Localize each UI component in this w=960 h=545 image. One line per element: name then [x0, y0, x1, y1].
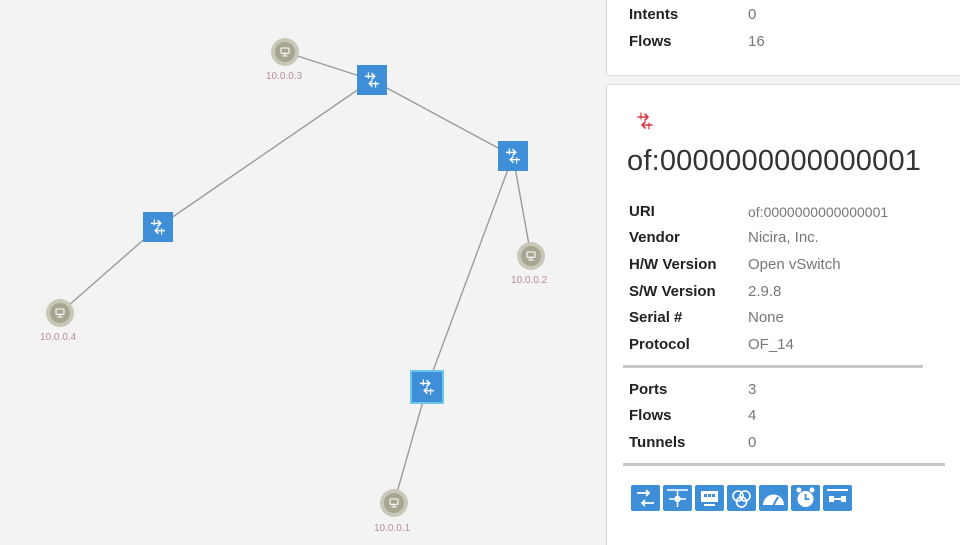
topology-canvas[interactable]: 10.0.0.3 10.0.0.2 10.0.0.4 10.0.0.1 [0, 0, 606, 537]
stat-value: 3 [748, 381, 757, 398]
stat-value: 4 [748, 407, 757, 424]
meter-table-icon [732, 490, 751, 508]
flow-view-icon [637, 489, 654, 507]
link-s4-h1[interactable] [393, 386, 428, 504]
section-divider [623, 463, 945, 466]
prop-label: Serial # [629, 309, 683, 326]
summary-label: Flows [629, 33, 672, 50]
prop-value: 2.9.8 [748, 283, 782, 300]
link-icon [827, 489, 848, 502]
link-button[interactable] [823, 485, 852, 511]
device-details-panel: of:0000000000000001 URI of:0000000000000… [606, 84, 960, 545]
host-node[interactable]: 10.0.0.3 [266, 38, 303, 82]
prop-label: S/W Version [629, 283, 716, 300]
prop-label: Protocol [629, 336, 690, 353]
prop-value: Nicira, Inc. [748, 229, 819, 246]
prop-value: of:0000000000000001 [748, 204, 889, 220]
stat-value: 0 [748, 434, 757, 451]
switch-node[interactable] [143, 212, 173, 242]
switch-node[interactable] [498, 141, 528, 171]
stat-label: Ports [629, 381, 668, 398]
port-table-icon [667, 489, 688, 507]
host-label: 10.0.0.2 [511, 275, 548, 286]
prop-label: URI [629, 203, 655, 220]
pipeconf-button[interactable] [759, 485, 788, 511]
clock-icon [796, 487, 815, 507]
device-title: of:0000000000000001 [627, 145, 922, 177]
switch-node[interactable] [357, 65, 387, 95]
host-node[interactable]: 10.0.0.1 [374, 489, 411, 534]
group-table-icon [701, 491, 718, 506]
host-node[interactable]: 10.0.0.2 [511, 242, 548, 286]
link-s3-s1[interactable] [371, 79, 514, 157]
summary-value: 0 [748, 6, 757, 23]
summary-panel: Intents 0 Flows 16 [606, 0, 960, 76]
link-s3-s2[interactable] [157, 79, 373, 228]
host-label: 10.0.0.3 [266, 71, 303, 82]
link-s1-s4[interactable] [426, 155, 514, 388]
timeline-button[interactable] [791, 485, 820, 511]
switch-icon [637, 112, 653, 130]
flow-view-button[interactable] [631, 485, 660, 511]
summary-label: Intents [629, 6, 679, 23]
prop-label: Vendor [629, 229, 680, 246]
summary-value: 16 [748, 33, 765, 50]
prop-value: Open vSwitch [748, 256, 841, 273]
pipeconf-icon [763, 494, 784, 506]
host-label: 10.0.0.1 [374, 523, 411, 534]
port-table-button[interactable] [663, 485, 692, 511]
meter-table-button[interactable] [727, 485, 756, 511]
group-table-button[interactable] [695, 485, 724, 511]
prop-label: H/W Version [629, 256, 717, 273]
prop-value: OF_14 [748, 336, 794, 353]
host-node[interactable]: 10.0.0.4 [40, 299, 77, 343]
host-label: 10.0.0.4 [40, 332, 77, 343]
prop-value: None [748, 309, 784, 326]
section-divider [623, 365, 923, 368]
stat-label: Flows [629, 407, 672, 424]
switch-node-selected[interactable] [410, 370, 444, 404]
stat-label: Tunnels [629, 434, 686, 451]
